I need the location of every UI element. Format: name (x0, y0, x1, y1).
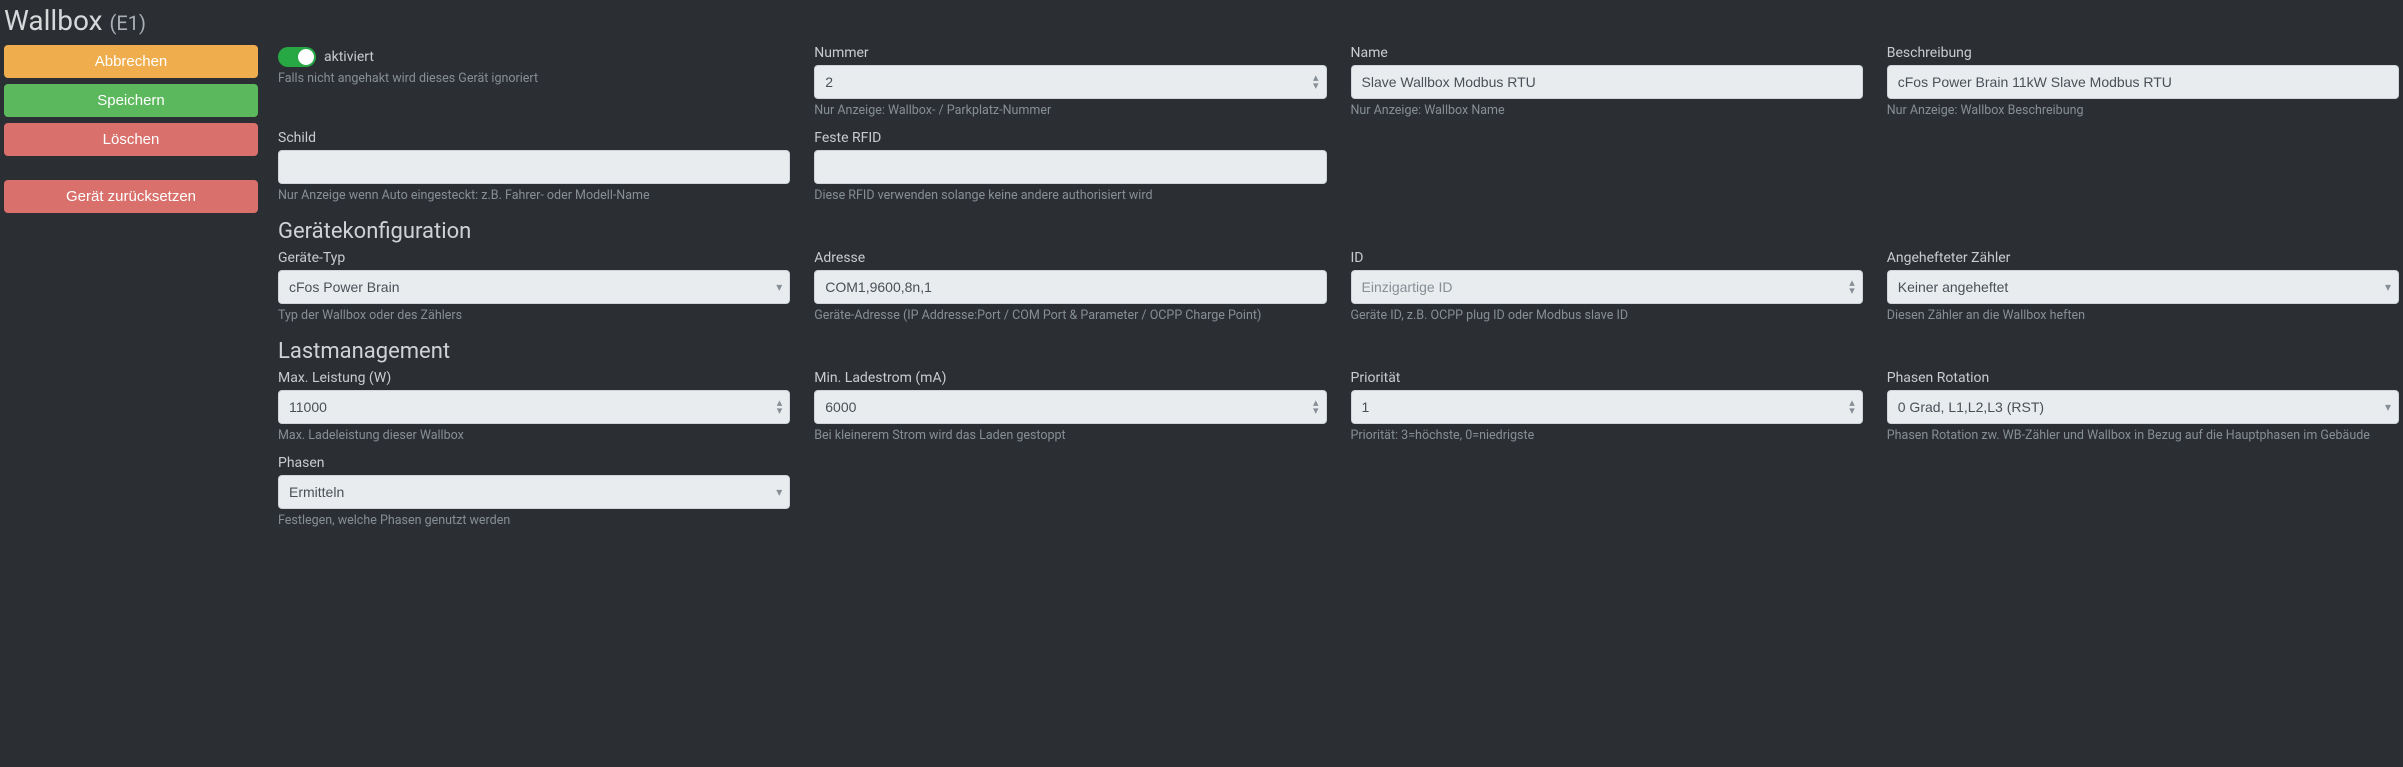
delete-button[interactable]: Löschen (4, 123, 258, 156)
name-label: Name (1351, 45, 1863, 61)
minc-help: Bei kleinerem Strom wird das Laden gesto… (814, 428, 1326, 445)
minc-label: Min. Ladestrom (mA) (814, 370, 1326, 386)
maxp-label: Max. Leistung (W) (278, 370, 790, 386)
load-section-title: Lastmanagement (278, 339, 2399, 364)
name-help: Nur Anzeige: Wallbox Name (1351, 103, 1863, 120)
prio-help: Priorität: 3=höchste, 0=niedrigste (1351, 428, 1863, 445)
activated-help: Falls nicht angehakt wird dieses Gerät i… (278, 71, 790, 88)
prio-label: Priorität (1351, 370, 1863, 386)
rfid-label: Feste RFID (814, 130, 1326, 146)
addr-label: Adresse (814, 250, 1326, 266)
phases-help: Festlegen, welche Phasen genutzt werden (278, 513, 790, 530)
meter-select[interactable]: Keiner angeheftet (1887, 270, 2399, 304)
meter-help: Diesen Zähler an die Wallbox heften (1887, 308, 2399, 325)
id-input[interactable] (1351, 270, 1863, 304)
activated-label: aktiviert (324, 49, 374, 65)
number-help: Nur Anzeige: Wallbox- / Parkplatz-Nummer (814, 103, 1326, 120)
id-help: Geräte ID, z.B. OCPP plug ID oder Modbus… (1351, 308, 1863, 325)
content: aktiviert Falls nicht angehakt wird dies… (278, 45, 2399, 539)
name-input[interactable] (1351, 65, 1863, 99)
phases-label: Phasen (278, 455, 790, 471)
desc-help: Nur Anzeige: Wallbox Beschreibung (1887, 103, 2399, 120)
rot-select[interactable]: 0 Grad, L1,L2,L3 (RST) (1887, 390, 2399, 424)
sign-label: Schild (278, 130, 790, 146)
config-section-title: Gerätekonfiguration (278, 219, 2399, 244)
sign-input[interactable] (278, 150, 790, 184)
addr-input[interactable] (814, 270, 1326, 304)
rfid-help: Diese RFID verwenden solange keine ander… (814, 188, 1326, 205)
addr-help: Geräte-Adresse (IP Addresse:Port / COM P… (814, 308, 1326, 325)
activated-toggle[interactable] (278, 47, 316, 67)
sidebar: Abbrechen Speichern Löschen Gerät zurück… (4, 45, 258, 539)
prio-input[interactable] (1351, 390, 1863, 424)
desc-input[interactable] (1887, 65, 2399, 99)
phases-select[interactable]: Ermitteln (278, 475, 790, 509)
rot-label: Phasen Rotation (1887, 370, 2399, 386)
type-select[interactable]: cFos Power Brain (278, 270, 790, 304)
meter-label: Angehefteter Zähler (1887, 250, 2399, 266)
maxp-input[interactable] (278, 390, 790, 424)
save-button[interactable]: Speichern (4, 84, 258, 117)
rfid-input[interactable] (814, 150, 1326, 184)
sign-help: Nur Anzeige wenn Auto eingesteckt: z.B. … (278, 188, 790, 205)
cancel-button[interactable]: Abbrechen (4, 45, 258, 78)
minc-input[interactable] (814, 390, 1326, 424)
number-input[interactable] (814, 65, 1326, 99)
rot-help: Phasen Rotation zw. WB-Zähler und Wallbo… (1887, 428, 2399, 445)
type-label: Geräte-Typ (278, 250, 790, 266)
id-label: ID (1351, 250, 1863, 266)
page-title: Wallbox (E1) (4, 4, 2399, 37)
maxp-help: Max. Ladeleistung dieser Wallbox (278, 428, 790, 445)
number-label: Nummer (814, 45, 1326, 61)
reset-device-button[interactable]: Gerät zurücksetzen (4, 180, 258, 213)
type-help: Typ der Wallbox oder des Zählers (278, 308, 790, 325)
desc-label: Beschreibung (1887, 45, 2399, 61)
